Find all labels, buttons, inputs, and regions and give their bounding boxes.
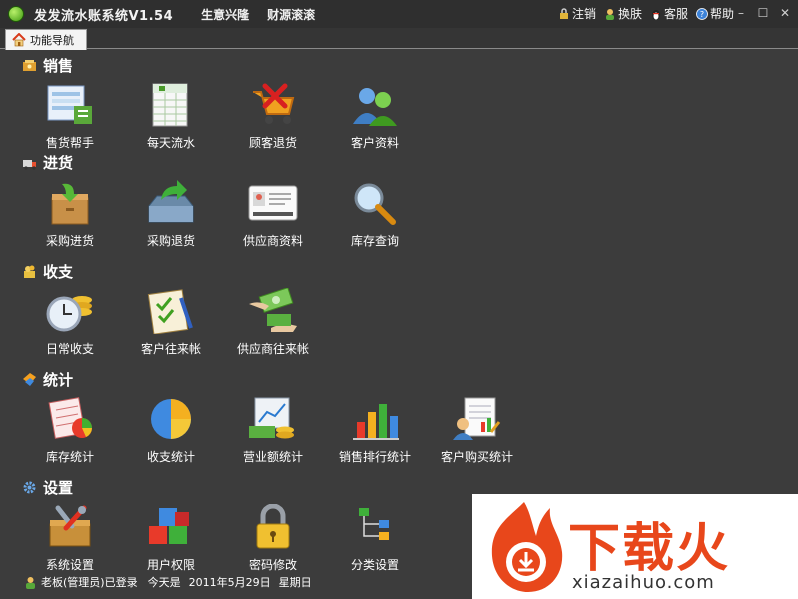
skin-label: 换肤 [617, 7, 642, 21]
checklist-icon [147, 289, 193, 334]
penguin-icon [651, 9, 660, 20]
customer-purchase-button[interactable]: 客户购买统计 [427, 396, 527, 465]
status-bar: 老板(管理员)已登录 今天是 2011年5月29日 星期日 [24, 574, 312, 590]
app-logo-icon [8, 6, 24, 22]
padlock-icon [256, 504, 290, 549]
stock-stats-button[interactable]: 库存统计 [20, 396, 120, 465]
section-stats-title: 统计 [22, 369, 73, 390]
magnifier-icon [354, 183, 396, 225]
supplier-card-icon [248, 185, 298, 221]
user-icon [26, 576, 35, 589]
purchase-return-icon [148, 180, 194, 223]
tools-icon [49, 505, 91, 547]
svg-text:?: ? [700, 10, 704, 19]
tree-icon [359, 508, 389, 540]
logout-button[interactable]: 注销 [558, 5, 596, 22]
section-settings-title: 设置 [22, 477, 73, 498]
sales-helper-button[interactable]: 售货帮手 [20, 82, 120, 151]
daily-ledger-icon [152, 83, 188, 127]
tab-strip: 功能导航 [0, 28, 798, 50]
window-controls: – ☐ ✕ [734, 6, 792, 20]
section-purchase-title: 进货 [22, 152, 73, 173]
purchase-section-icon [23, 160, 36, 170]
login-status: 老板(管理员)已登录 [41, 576, 138, 589]
minimize-button[interactable]: – [734, 6, 748, 20]
today-label: 今天是 [147, 576, 181, 589]
slogan-1: 生意兴隆 [201, 7, 250, 22]
gear-icon [23, 481, 36, 494]
supplier-info-button[interactable]: 供应商资料 [223, 180, 323, 249]
watermark: 下载火 xiazaihuo.com [472, 494, 798, 599]
daily-finance-button[interactable]: 日常收支 [20, 288, 120, 357]
daily-ledger-button[interactable]: 每天流水 [121, 82, 221, 151]
user-permission-button[interactable]: 用户权限 [121, 504, 221, 573]
lock-icon [559, 7, 568, 19]
purchase-stock-button[interactable]: 采购进货 [20, 180, 120, 249]
sales-section-icon [23, 60, 36, 71]
slogan-2: 财源滚滚 [267, 7, 316, 22]
category-settings-button[interactable]: 分类设置 [325, 504, 425, 573]
customer-report-icon [453, 397, 501, 440]
support-label: 客服 [663, 7, 688, 21]
tab-function-nav[interactable]: 功能导航 [5, 29, 87, 50]
customer-return-button[interactable]: 顾客退货 [223, 82, 323, 151]
customer-info-button[interactable]: 客户资料 [325, 82, 425, 151]
current-weekday: 星期日 [278, 576, 312, 589]
supplier-account-button[interactable]: 供应商往来帐 [223, 288, 323, 357]
bar-chart-icon [353, 404, 399, 440]
clock-coins-icon [46, 296, 92, 332]
tab-label: 功能导航 [30, 34, 74, 47]
section-finance-title: 收支 [22, 261, 73, 282]
revenue-icon [249, 397, 294, 439]
stats-section-icon [23, 373, 36, 386]
help-button[interactable]: ? 帮助 [696, 5, 734, 22]
watermark-url: xiazaihuo.com [572, 572, 715, 593]
home-icon [12, 33, 26, 47]
current-date: 2011年5月29日 [188, 576, 271, 589]
close-button[interactable]: ✕ [778, 6, 792, 20]
title-bar: 发发流水账系统V1.54 生意兴隆 财源滚滚 注销 换肤 客服 ? 帮助 – ☐… [0, 0, 798, 28]
maximize-button[interactable]: ☐ [756, 6, 770, 20]
revenue-stats-button[interactable]: 营业额统计 [223, 396, 323, 465]
sales-helper-icon [47, 85, 92, 124]
customer-account-button[interactable]: 客户往来帐 [121, 288, 221, 357]
stock-chart-icon [48, 397, 92, 439]
help-label: 帮助 [709, 7, 734, 21]
system-settings-button[interactable]: 系统设置 [20, 504, 120, 573]
person-icon [605, 8, 614, 20]
finance-section-icon [24, 265, 35, 278]
cart-return-icon [253, 83, 295, 124]
sales-rank-button[interactable]: 销售排行统计 [325, 396, 425, 465]
flame-logo-icon [491, 502, 563, 592]
purchase-return-button[interactable]: 采购退货 [121, 180, 221, 249]
stock-query-button[interactable]: 库存查询 [325, 180, 425, 249]
blocks-icon [149, 508, 189, 544]
customers-icon [353, 88, 397, 126]
section-sales-title: 销售 [22, 55, 73, 76]
pie-icon [151, 399, 191, 439]
password-change-button[interactable]: 密码修改 [223, 504, 323, 573]
finance-stats-button[interactable]: 收支统计 [121, 396, 221, 465]
help-icon: ? [696, 7, 708, 20]
skin-button[interactable]: 换肤 [604, 5, 642, 22]
purchase-box-icon [51, 183, 89, 225]
watermark-brand: 下载火 [568, 519, 731, 579]
logout-label: 注销 [571, 7, 596, 21]
app-title: 发发流水账系统V1.54 [34, 8, 174, 24]
support-button[interactable]: 客服 [650, 5, 688, 22]
money-hands-icon [249, 288, 297, 332]
title-actions: 注销 换肤 客服 ? 帮助 [558, 5, 734, 22]
